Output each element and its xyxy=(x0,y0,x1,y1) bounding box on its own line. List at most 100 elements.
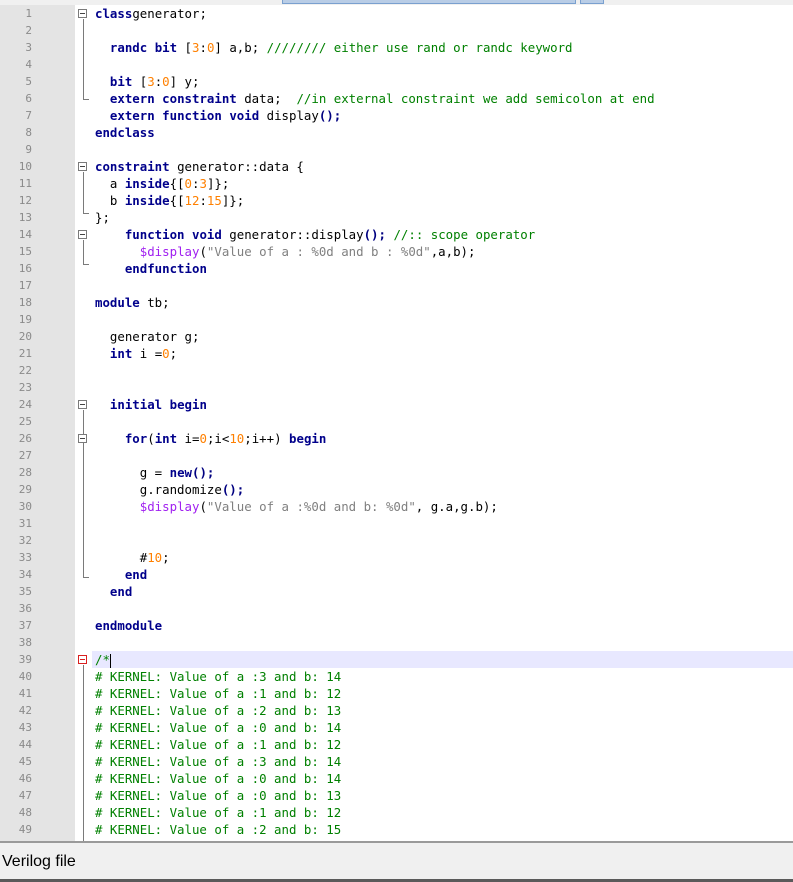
code-line[interactable]: endfunction xyxy=(95,260,793,277)
code-line[interactable]: # KERNEL: Value of a :0 and b: 13 xyxy=(95,787,793,804)
code-token: ;i< xyxy=(206,431,230,446)
code-token: # KERNEL: Value of a :2 and b: 15 xyxy=(95,822,342,837)
code-token: 3 xyxy=(199,176,207,191)
code-line[interactable]: end xyxy=(95,583,793,600)
code-line[interactable]: # KERNEL: Value of a :1 and b: 12 xyxy=(95,736,793,753)
code-line[interactable] xyxy=(95,379,793,396)
code-line[interactable]: #10; xyxy=(95,549,793,566)
code-line[interactable]: classgenerator; xyxy=(95,5,793,22)
code-token: ] y; xyxy=(169,74,200,89)
code-line[interactable]: function void generator::display(); //::… xyxy=(95,226,793,243)
fold-line xyxy=(83,240,84,264)
code-token: endclass xyxy=(95,125,155,140)
code-token: # KERNEL: Value of a :3 and b: 14 xyxy=(95,669,342,684)
code-line[interactable] xyxy=(95,141,793,158)
fold-toggle-icon[interactable] xyxy=(78,434,87,443)
code-line[interactable]: $display("Value of a : %0d and b : %0d",… xyxy=(95,243,793,260)
code-line[interactable]: extern constraint data; //in external co… xyxy=(95,90,793,107)
line-number: 27 xyxy=(18,449,32,462)
code-line[interactable]: # KERNEL: Value of a :2 and b: 13 xyxy=(95,702,793,719)
code-line[interactable] xyxy=(95,447,793,464)
code-line[interactable]: $display("Value of a :%0d and b: %0d", g… xyxy=(95,498,793,515)
code-line[interactable] xyxy=(95,362,793,379)
status-bar: Verilog file xyxy=(0,841,793,882)
line-number: 8 xyxy=(25,126,32,139)
code-line[interactable]: # KERNEL: Value of a :3 and b: 14 xyxy=(95,668,793,685)
code-line[interactable] xyxy=(95,413,793,430)
code-line[interactable]: randc bit [3:0] a,b; //////// either use… xyxy=(95,39,793,56)
code-line[interactable]: for(int i=0;i<10;i++) begin xyxy=(95,430,793,447)
code-token: generator; xyxy=(132,6,207,21)
code-token: 15 xyxy=(206,193,222,208)
code-line[interactable] xyxy=(95,311,793,328)
fold-toggle-icon[interactable] xyxy=(78,655,87,664)
code-token: # KERNEL: Value of a :1 and b: 12 xyxy=(95,805,342,820)
line-number: 24 xyxy=(18,398,32,411)
line-number-gutter: 1 2 3 4 5 6 7 8 9 10 11 12 13 14 15 16 17 18 19 20 21 22 23 24 2… xyxy=(0,5,75,841)
code-editor[interactable]: 1 2 3 4 5 6 7 8 9 10 11 12 13 14 15 16 17 18 19 20 21 22 23 24 2… xyxy=(0,5,793,841)
code-line[interactable]: endclass xyxy=(95,124,793,141)
code-line[interactable]: extern function void display(); xyxy=(95,107,793,124)
code-line[interactable]: int i =0; xyxy=(95,345,793,362)
code-line[interactable] xyxy=(95,515,793,532)
line-number: 1 xyxy=(25,7,32,20)
code-line[interactable]: constraint generator::data { xyxy=(95,158,793,175)
code-line[interactable]: }; xyxy=(95,209,793,226)
code-token: b xyxy=(95,193,125,208)
code-token: : xyxy=(199,40,207,55)
code-line[interactable] xyxy=(95,277,793,294)
code-line[interactable]: initial begin xyxy=(95,396,793,413)
code-line[interactable]: b inside{[12:15]}; xyxy=(95,192,793,209)
line-numbers: 1 2 3 4 5 6 7 8 9 10 11 12 13 14 15 16 17 18 19 20 21 22 23 24 2… xyxy=(0,5,32,838)
code-line[interactable]: # KERNEL: Value of a :2 and b: 15 xyxy=(95,821,793,838)
line-number: 23 xyxy=(18,381,32,394)
fold-margin[interactable] xyxy=(75,5,92,841)
code-line[interactable]: g = new(); xyxy=(95,464,793,481)
code-line[interactable] xyxy=(95,22,793,39)
code-line[interactable] xyxy=(95,600,793,617)
code-token: function xyxy=(124,227,185,242)
code-line[interactable]: # KERNEL: Value of a :1 and b: 12 xyxy=(95,804,793,821)
code-line[interactable]: a inside{[0:3]}; xyxy=(95,175,793,192)
line-number: 46 xyxy=(18,772,32,785)
code-token: ( xyxy=(147,431,155,446)
code-line[interactable] xyxy=(95,634,793,651)
line-number: 28 xyxy=(18,466,32,479)
code-line[interactable]: module tb; xyxy=(95,294,793,311)
line-number: 5 xyxy=(25,75,32,88)
code-line[interactable] xyxy=(95,56,793,73)
code-line[interactable] xyxy=(95,532,793,549)
code-line[interactable]: # KERNEL: Value of a :1 and b: 12 xyxy=(95,685,793,702)
fold-toggle-icon[interactable] xyxy=(78,9,87,18)
code-text-area[interactable]: classgenerator; randc bit [3:0] a,b; ///… xyxy=(92,5,793,838)
fold-toggle-icon[interactable] xyxy=(78,162,87,171)
code-token: randc xyxy=(109,40,148,55)
code-token: {[ xyxy=(169,176,185,191)
code-line[interactable]: # KERNEL: Value of a :3 and b: 14 xyxy=(95,753,793,770)
code-token: a xyxy=(95,176,125,191)
code-line[interactable]: endmodule xyxy=(95,617,793,634)
code-token: //////// either use rand or randc keywor… xyxy=(266,40,573,55)
code-line[interactable]: # KERNEL: Value of a :0 and b: 14 xyxy=(95,770,793,787)
document-tab[interactable] xyxy=(282,0,576,4)
code-token: extern xyxy=(109,91,155,106)
fold-toggle-icon[interactable] xyxy=(78,230,87,239)
code-token: 0 xyxy=(199,431,207,446)
code-token: begin xyxy=(289,431,327,446)
text-caret xyxy=(109,653,111,668)
document-tab[interactable] xyxy=(580,0,604,4)
line-number: 31 xyxy=(18,517,32,530)
code-line[interactable]: end xyxy=(95,566,793,583)
code-line[interactable]: generator g; xyxy=(95,328,793,345)
code-line[interactable]: /* xyxy=(92,651,793,668)
code-line[interactable]: g.randomize(); xyxy=(95,481,793,498)
fold-toggle-icon[interactable] xyxy=(78,400,87,409)
code-line[interactable]: # KERNEL: Value of a :0 and b: 14 xyxy=(95,719,793,736)
code-token: ( xyxy=(199,499,207,514)
code-line[interactable]: bit [3:0] y; xyxy=(95,73,793,90)
line-number: 12 xyxy=(18,194,32,207)
